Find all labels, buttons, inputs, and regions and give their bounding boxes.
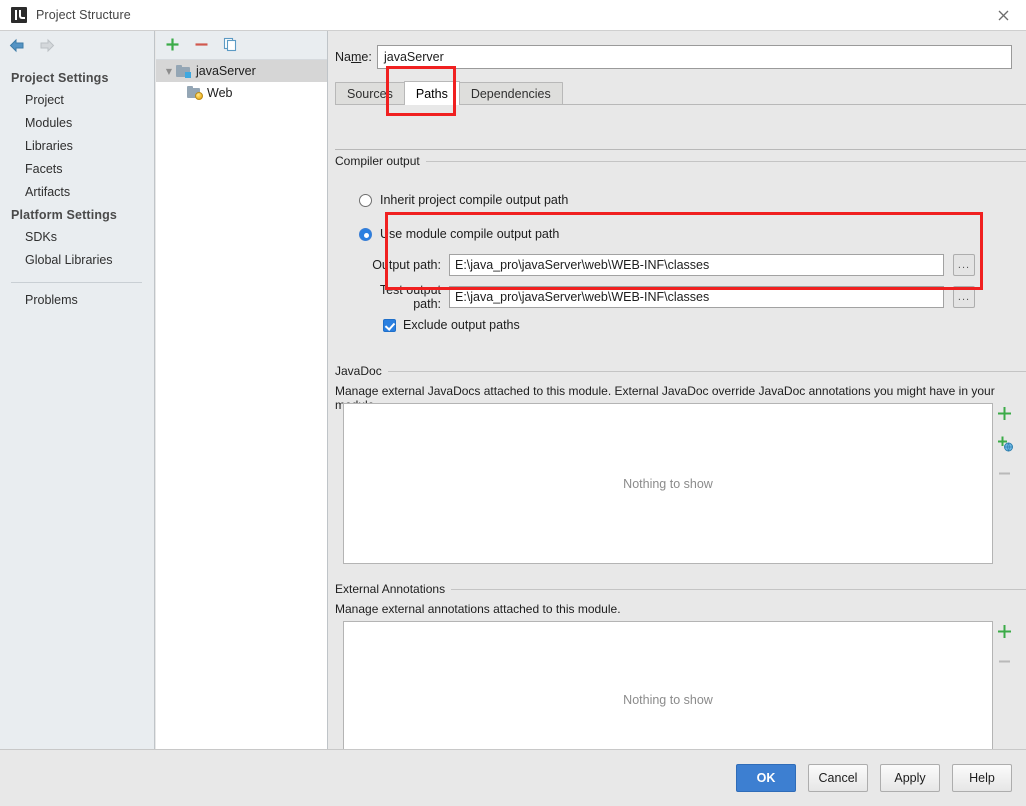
browse-ellipsis-icon[interactable]: ... [953,254,975,276]
add-module-button[interactable] [165,37,181,53]
exclude-output-paths-label: Exclude output paths [403,318,520,332]
inherit-output-radio-row[interactable]: Inherit project compile output path [359,189,568,211]
dialog-footer: http://blog.csdn.net/icpengjun OK Cancel… [0,749,1026,806]
dialog-buttons: OK Cancel Apply Help [736,764,1012,792]
inherit-output-label: Inherit project compile output path [380,193,569,207]
module-name-row: Name: javaServer [335,43,1012,70]
minus-icon [996,653,1016,673]
external-annotations-description: Manage external annotations attached to … [335,602,621,616]
sidebar-item-global-libraries[interactable]: Global Libraries [0,249,154,272]
cancel-button[interactable]: Cancel [808,764,868,792]
project-structure-dialog: Project Structure Project Settings Proje… [0,0,1026,806]
paths-tab-pane: Compiler output Inherit project compile … [335,149,1026,780]
plus-globe-icon[interactable] [996,435,1016,455]
javadoc-group-title: JavaDoc [335,364,388,378]
output-path-label: Output path: [372,258,441,272]
checkbox-checked-icon[interactable] [383,318,396,332]
compiler-output-group-title: Compiler output [335,154,426,168]
output-path-input[interactable]: E:\java_pro\javaServer\web\WEB-INF\class… [449,254,944,276]
sidebar-item-modules[interactable]: Modules [0,112,154,135]
module-icon [176,64,191,78]
intellij-idea-icon [11,7,27,23]
javadoc-list[interactable]: Nothing to show [343,403,993,564]
radio-selected-icon[interactable] [359,227,372,241]
name-label-mnemonic: m [350,49,362,64]
tab-dependencies[interactable]: Dependencies [458,82,563,105]
module-name-input[interactable]: javaServer [377,44,1012,69]
remove-module-button[interactable] [194,37,210,53]
module-tree: ▼ javaServer Web [156,60,327,104]
apply-button[interactable]: Apply [880,764,940,792]
external-annotations-group-title: External Annotations [335,582,452,596]
module-tabs: Sources Paths Dependencies [335,81,1026,105]
sidebar-item-problems[interactable]: Problems [0,289,154,312]
test-output-path-label: Test output path: [379,283,441,311]
group-divider [335,161,1026,162]
sidebar-item-artifacts[interactable]: Artifacts [0,181,154,204]
tree-node-label: Web [207,86,233,100]
sidebar-list: Project Settings Project Modules Librari… [0,61,154,312]
ok-button[interactable]: OK [736,764,796,792]
tab-sources[interactable]: Sources [335,82,405,105]
module-editor-panel: Name: javaServer Sources Paths Dependenc… [329,31,1026,780]
tab-paths[interactable]: Paths [403,81,460,105]
javadoc-actions [996,405,1016,485]
sidebar-item-facets[interactable]: Facets [0,158,154,181]
module-name-label: Name: [335,50,377,64]
name-label-suffix: e: [361,49,372,64]
copy-module-button[interactable] [223,37,239,53]
settings-sidebar: Project Settings Project Modules Librari… [0,31,155,749]
name-label-prefix: Na [335,49,351,64]
chevron-down-icon[interactable]: ▼ [162,67,176,76]
web-facet-icon [187,86,203,100]
compiler-output-group: Compiler output Inherit project compile … [335,154,1026,346]
browse-ellipsis-icon[interactable]: ... [953,286,975,308]
sidebar-heading-platform-settings: Platform Settings [11,208,118,222]
module-tree-toolbar [156,31,327,60]
close-icon[interactable] [980,0,1026,30]
tree-node-javaserver[interactable]: ▼ javaServer [156,60,327,82]
test-output-path-input[interactable]: E:\java_pro\javaServer\web\WEB-INF\class… [449,286,944,308]
sidebar-item-sdks[interactable]: SDKs [0,226,154,249]
back-arrow-icon[interactable] [8,38,26,54]
minus-icon [996,465,1016,485]
sidebar-item-project[interactable]: Project [0,89,154,112]
sidebar-divider [11,282,142,283]
plus-icon[interactable] [996,623,1016,643]
sidebar-nav-row [0,31,154,61]
javadoc-group: JavaDoc Manage external JavaDocs attache… [335,364,1026,564]
window-title: Project Structure [36,8,131,22]
output-path-row: Output path: E:\java_pro\javaServer\web\… [349,252,975,278]
module-tree-panel: ▼ javaServer Web [156,31,328,749]
use-module-output-radio-row[interactable]: Use module compile output path [359,223,559,245]
title-bar: Project Structure [0,0,1026,31]
tree-node-web[interactable]: Web [156,82,327,104]
test-output-path-row: Test output path: E:\java_pro\javaServer… [349,283,975,311]
use-module-output-label: Use module compile output path [380,227,560,241]
sidebar-item-libraries[interactable]: Libraries [0,135,154,158]
sidebar-heading-project-settings: Project Settings [11,71,109,85]
help-button[interactable]: Help [952,764,1012,792]
tree-node-label: javaServer [196,64,256,78]
exclude-output-paths-row[interactable]: Exclude output paths [383,315,520,335]
external-annotations-actions [996,623,1016,673]
plus-icon[interactable] [996,405,1016,425]
group-divider [335,371,1026,372]
forward-arrow-icon [38,38,56,54]
radio-icon[interactable] [359,193,372,207]
